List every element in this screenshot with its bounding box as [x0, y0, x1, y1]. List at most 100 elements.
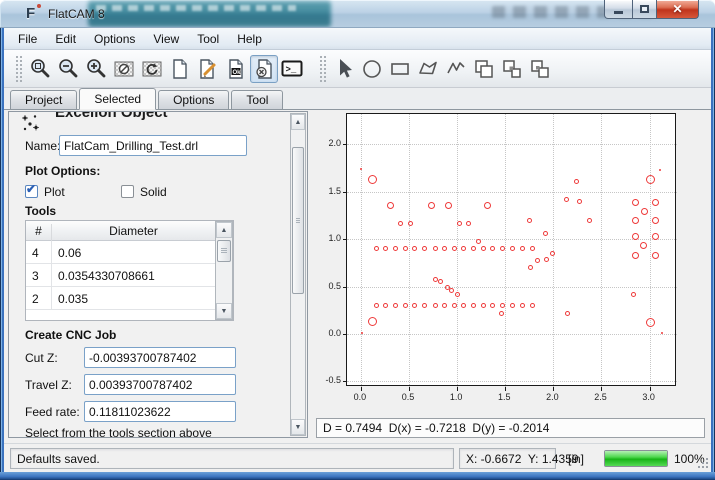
tools-label: Tools: [25, 204, 56, 218]
copy-icon: [472, 57, 496, 81]
delete-object-button[interactable]: [250, 55, 278, 83]
tool-diameter-cell[interactable]: 0.035: [58, 292, 88, 306]
tool-number-cell[interactable]: 4: [32, 246, 50, 260]
tool-number-cell[interactable]: 2: [32, 292, 50, 306]
draw-circle-button[interactable]: [358, 55, 386, 83]
tab-project[interactable]: Project: [10, 90, 77, 109]
plot-axes[interactable]: [346, 113, 676, 386]
table-row[interactable]: 3 0.0354330708661: [26, 264, 215, 287]
tab-options[interactable]: Options: [158, 90, 229, 109]
mouse-coordinates: X: -0.6672 Y: 1.4359: [466, 452, 579, 466]
menu-edit[interactable]: Edit: [46, 29, 85, 49]
x-tick-mark: [601, 387, 602, 391]
menu-view[interactable]: View: [144, 29, 188, 49]
check-icon: ✔: [26, 182, 36, 196]
column-divider: [51, 241, 52, 264]
drill-point: [659, 169, 661, 171]
y-tick-mark: [343, 239, 347, 240]
resize-grip-icon[interactable]: [697, 457, 709, 469]
clear-plot-button[interactable]: [110, 55, 138, 83]
titlebar[interactable]: F FlatCAM 8 ✕: [0, 0, 715, 28]
drill-point: [368, 317, 377, 326]
gridline-vertical: [505, 114, 506, 387]
x-tick-mark: [650, 387, 651, 391]
move-object-button[interactable]: [498, 55, 526, 83]
plot-checkbox[interactable]: ✔: [25, 185, 38, 198]
gridline-vertical: [361, 114, 362, 387]
menu-help[interactable]: Help: [228, 29, 271, 49]
maximize-button[interactable]: [633, 0, 656, 19]
scrollbar-thumb[interactable]: [292, 147, 304, 294]
menu-tool[interactable]: Tool: [188, 29, 228, 49]
zoom-fit-icon: [28, 57, 52, 81]
drill-point: [646, 318, 655, 327]
replot-button[interactable]: [138, 55, 166, 83]
duplicate-object-button[interactable]: [526, 55, 554, 83]
tools-table-scrollbar[interactable]: ▲ ▼: [215, 221, 233, 320]
plot-canvas[interactable]: 0.00.51.01.52.02.53.0-0.50.00.51.01.52.0: [312, 110, 708, 415]
table-row[interactable]: 2 0.035: [26, 287, 215, 310]
tool-diameter-cell[interactable]: 0.06: [58, 246, 81, 260]
column-header-number[interactable]: #: [26, 224, 52, 241]
edit-object-button[interactable]: [194, 55, 222, 83]
drill-point: [652, 233, 659, 240]
zoom-out-button[interactable]: [54, 55, 82, 83]
drill-point: [449, 288, 454, 293]
drill-point: [383, 246, 388, 251]
select-tool-button[interactable]: [330, 55, 358, 83]
column-header-diameter[interactable]: Diameter: [52, 224, 215, 238]
zoom-fit-button[interactable]: [26, 55, 54, 83]
close-button[interactable]: ✕: [656, 0, 699, 19]
scrollbar-thumb[interactable]: [217, 240, 231, 262]
solid-checkbox[interactable]: ✔: [121, 185, 134, 198]
scroll-up-icon[interactable]: ▲: [291, 114, 305, 130]
table-row[interactable]: 40.06: [26, 241, 215, 264]
window-title: FlatCAM 8: [48, 7, 105, 21]
panel-scrollbar[interactable]: ▲ ▼: [290, 113, 306, 436]
drill-point: [452, 303, 457, 308]
y-tick-mark: [343, 381, 347, 382]
copy-object-button[interactable]: [470, 55, 498, 83]
shell-button[interactable]: >_: [278, 55, 306, 83]
scroll-up-icon[interactable]: ▲: [216, 222, 232, 238]
status-bar: Defaults saved. X: -0.6672 Y: 1.4359 [in…: [4, 443, 711, 472]
update-object-button[interactable]: Ok: [222, 55, 250, 83]
draw-path-button[interactable]: [442, 55, 470, 83]
toolbar-grip[interactable]: [320, 56, 326, 82]
maximize-icon: [640, 5, 649, 13]
drill-point: [632, 252, 639, 259]
drill-point: [490, 246, 495, 251]
cut-z-input[interactable]: [84, 347, 236, 368]
tab-selected[interactable]: Selected: [79, 88, 156, 110]
window-edge-left[interactable]: [0, 28, 4, 480]
x-tick-label: 0.5: [395, 392, 421, 402]
tool-diameter-cell[interactable]: 0.0354330708661: [58, 269, 155, 283]
panel-title: Excellon Object: [55, 111, 168, 121]
drill-point: [476, 239, 481, 244]
tool-number-cell[interactable]: 3: [32, 269, 50, 283]
scroll-down-icon[interactable]: ▼: [216, 303, 232, 319]
scroll-down-icon[interactable]: ▼: [291, 419, 305, 435]
duplicate-icon: [528, 57, 552, 81]
zoom-out-icon: [56, 57, 80, 81]
new-object-button[interactable]: [166, 55, 194, 83]
window-edge-right[interactable]: [711, 28, 715, 480]
toolbar-grip[interactable]: [16, 56, 22, 82]
menu-options[interactable]: Options: [85, 29, 144, 49]
travel-z-input[interactable]: [84, 374, 236, 395]
minimize-button[interactable]: [604, 0, 633, 19]
drill-point: [403, 303, 408, 308]
tab-tool[interactable]: Tool: [231, 90, 283, 109]
drill-point: [646, 175, 655, 184]
zoom-in-button[interactable]: [82, 55, 110, 83]
drill-point: [461, 246, 466, 251]
draw-polygon-button[interactable]: [414, 55, 442, 83]
drill-point: [652, 199, 659, 206]
x-tick-mark: [505, 387, 506, 391]
feed-rate-input[interactable]: [84, 401, 236, 422]
gridline-horizontal: [347, 239, 677, 240]
object-name-input[interactable]: [59, 135, 247, 156]
window-edge-bottom[interactable]: [0, 472, 715, 480]
menu-file[interactable]: File: [9, 29, 46, 49]
draw-rectangle-button[interactable]: [386, 55, 414, 83]
